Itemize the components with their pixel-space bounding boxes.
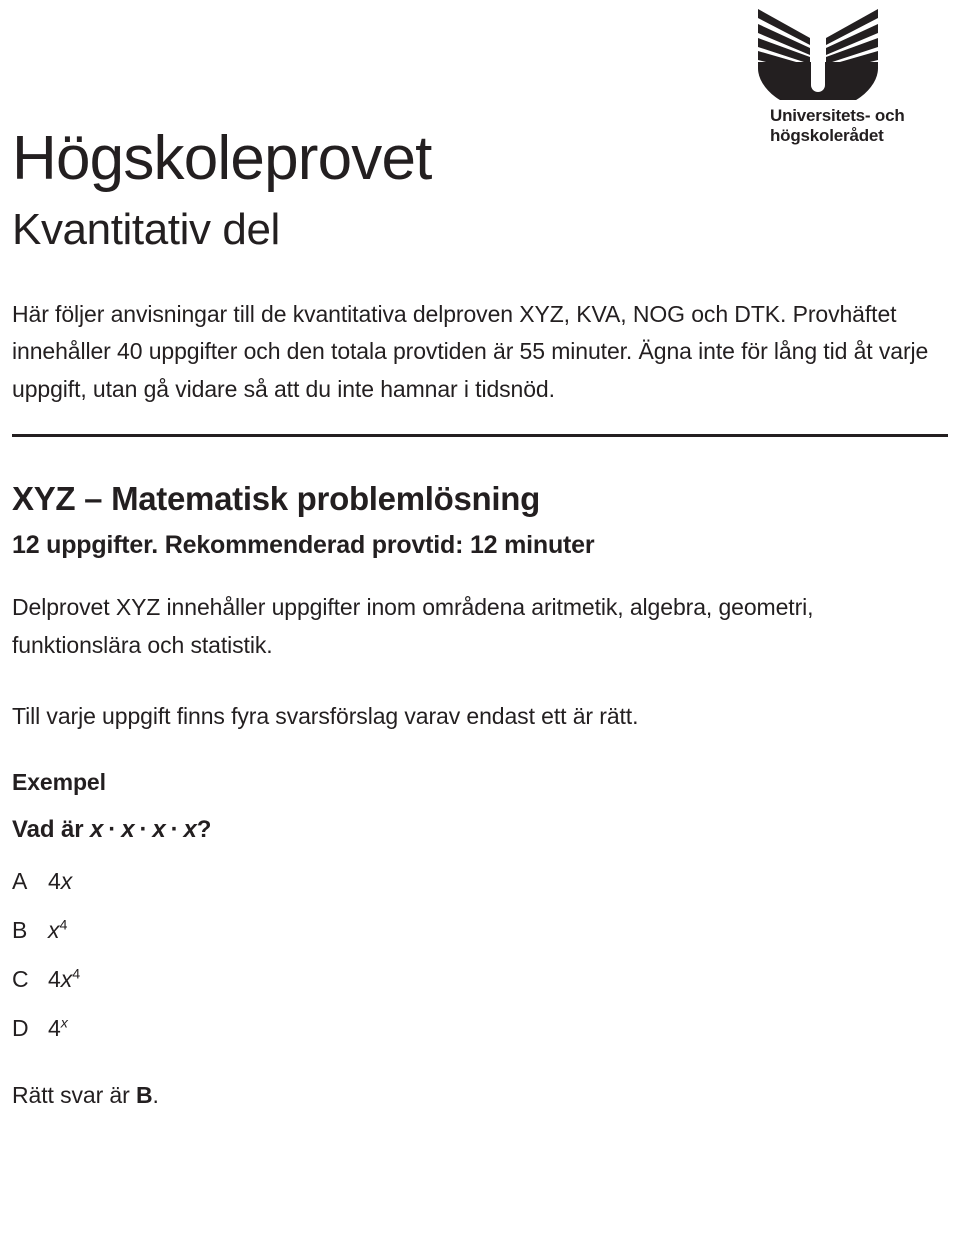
logo-wordmark-line-1: Universitets- och [770,106,905,125]
example-label: Exempel [12,769,106,795]
question-prefix: Vad är [12,816,84,843]
logo-wordmark-line-2: högskolerådet [770,125,884,145]
answer-option-exponent: 4 [72,966,81,983]
correct-answer-prefix: Rätt svar är [12,1082,136,1108]
question-operator-2: · [139,816,148,843]
question-operator-1: · [108,816,117,843]
answer-option-base: 4 [48,966,61,992]
question-variable-4: x [183,816,197,843]
example-question: Vad är x · x · x · x? [12,796,948,844]
answer-option-base: 4 [48,1015,61,1041]
page-subtitle: Kvantitativ del [12,205,280,254]
uhr-open-book-u-logo-icon [758,9,878,100]
section-heading: XYZ – Matematisk problemlösning [12,480,540,518]
answer-options-list: A 4x B x4 C 4x4 D 4x [12,844,948,1066]
intro-paragraph: Här följer anvisningar till de kvantitat… [12,301,929,402]
answer-option-variable: x [48,917,60,943]
answer-option-value: x4 [48,917,68,943]
answer-option-letter: B [12,917,28,943]
correct-answer-letter: B [135,1082,153,1108]
section-description: Delprovet XYZ innehåller uppgifter inom … [12,594,814,658]
answer-option-value: 4x [48,1015,68,1041]
organization-logo: Universitets- och högskolerådet [712,4,942,145]
correct-answer-statement: Rätt svar är B. [12,1066,948,1109]
answer-option-a[interactable]: A 4x [12,870,948,919]
answer-option-letter: C [12,966,29,992]
question-variable-2: x [121,816,135,843]
section-note: Till varje uppgift finns fyra svarsförsl… [12,702,639,729]
answer-option-letter: A [12,868,28,894]
section-subheading: 12 uppgifter. Rekommenderad provtid: 12 … [12,530,595,559]
question-variable-1: x [90,816,104,843]
answer-option-d[interactable]: D 4x [12,1015,948,1066]
correct-answer-suffix: . [152,1082,159,1108]
answer-option-b[interactable]: B x4 [12,917,948,968]
question-variable-3: x [152,816,166,843]
question-operator-3: · [170,816,179,843]
answer-option-variable: x [60,966,73,992]
answer-option-value: 4x [48,870,72,893]
answer-option-exponent: x [60,1015,68,1032]
answer-option-exponent: 4 [59,917,68,934]
document-page: Universitets- och högskolerådet Högskole… [0,0,960,1233]
answer-option-variable: x [60,868,73,894]
answer-option-letter: D [12,1015,29,1041]
answer-option-c[interactable]: C 4x4 [12,966,948,1017]
logo-wordmark: Universitets- och högskolerådet [770,106,942,145]
answer-option-base: 4 [48,868,61,894]
answer-option-value: 4x4 [48,966,81,992]
question-suffix: ? [196,816,212,843]
